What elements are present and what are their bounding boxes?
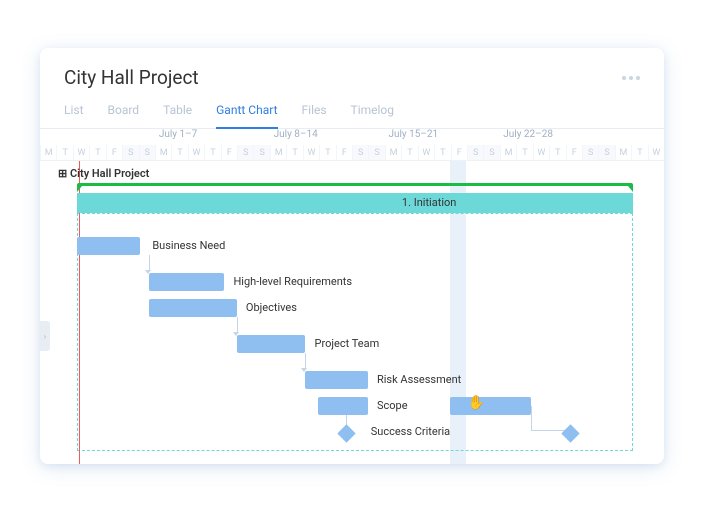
tab-timelog[interactable]: Timelog bbox=[351, 103, 394, 128]
day-header-row: MTWTFSSMTWTFSSMTWTFSSMTWTFSSMTWTFSSMTW bbox=[40, 145, 664, 161]
tab-table[interactable]: Table bbox=[163, 103, 192, 128]
day-header-cell: W bbox=[533, 145, 549, 160]
day-header-cell: S bbox=[368, 145, 384, 160]
day-header-cell: T bbox=[204, 145, 220, 160]
task-label: Risk Assessment bbox=[377, 373, 461, 386]
project-card: City Hall Project List Board Table Gantt… bbox=[40, 48, 664, 464]
card-header: City Hall Project bbox=[40, 48, 664, 95]
project-row-label[interactable]: City Hall Project bbox=[58, 167, 149, 180]
day-header-cell: T bbox=[434, 145, 450, 160]
week-label: July 15–21 bbox=[384, 129, 499, 145]
day-header-cell: W bbox=[188, 145, 204, 160]
view-tabs: List Board Table Gantt Chart Files Timel… bbox=[40, 95, 664, 129]
day-header-cell: S bbox=[139, 145, 155, 160]
gantt-timeline[interactable]: July 1–7 July 8–14 July 15–21 July 22–28… bbox=[40, 129, 664, 464]
day-header-cell: T bbox=[319, 145, 335, 160]
day-header-cell: M bbox=[40, 145, 56, 160]
day-header-cell: M bbox=[385, 145, 401, 160]
day-header-cell: T bbox=[401, 145, 417, 160]
chevron-right-icon: › bbox=[44, 332, 46, 341]
day-header-cell: T bbox=[171, 145, 187, 160]
task-bar-dragging[interactable] bbox=[450, 397, 531, 415]
expand-panel-handle[interactable]: › bbox=[40, 321, 50, 351]
day-header-cell: M bbox=[270, 145, 286, 160]
day-header-cell: F bbox=[566, 145, 582, 160]
task-bar-project-team[interactable] bbox=[237, 335, 306, 353]
task-label: Success Criteria bbox=[371, 425, 450, 438]
day-header-cell: M bbox=[155, 145, 171, 160]
page-title: City Hall Project bbox=[64, 66, 199, 89]
day-header-cell: W bbox=[303, 145, 319, 160]
project-summary-bar[interactable] bbox=[77, 183, 632, 189]
day-header-cell: M bbox=[615, 145, 631, 160]
tab-gantt-chart[interactable]: Gantt Chart bbox=[216, 103, 277, 129]
day-header-cell: F bbox=[221, 145, 237, 160]
day-header-cell: S bbox=[352, 145, 368, 160]
week-label: July 22–28 bbox=[499, 129, 614, 145]
day-header-cell: T bbox=[516, 145, 532, 160]
day-header-cell: F bbox=[336, 145, 352, 160]
day-header-cell: F bbox=[451, 145, 467, 160]
day-header-cell: W bbox=[73, 145, 89, 160]
task-bar-hl-req[interactable] bbox=[149, 273, 224, 291]
task-label: Business Need bbox=[152, 239, 225, 252]
day-header-cell: S bbox=[467, 145, 483, 160]
task-label: Project Team bbox=[315, 337, 380, 350]
tab-board[interactable]: Board bbox=[108, 103, 140, 128]
week-label: July 8–14 bbox=[270, 129, 385, 145]
task-bar-scope[interactable] bbox=[318, 397, 368, 415]
day-header-cell: T bbox=[56, 145, 72, 160]
more-menu-icon[interactable] bbox=[622, 76, 640, 80]
day-header-cell: T bbox=[286, 145, 302, 160]
task-label: Objectives bbox=[246, 301, 297, 314]
day-header-cell: S bbox=[122, 145, 138, 160]
day-header-cell: T bbox=[631, 145, 647, 160]
gantt-body: › City Hall Project 1. Initiation Busine… bbox=[40, 161, 664, 464]
day-header-cell: T bbox=[549, 145, 565, 160]
tab-list[interactable]: List bbox=[64, 103, 84, 128]
task-bar-risk[interactable] bbox=[305, 371, 367, 389]
week-label: July 1–7 bbox=[155, 129, 270, 145]
day-header-cell: S bbox=[483, 145, 499, 160]
task-bar-business-need[interactable] bbox=[77, 237, 139, 255]
day-header-cell: S bbox=[253, 145, 269, 160]
day-header-cell: F bbox=[106, 145, 122, 160]
week-header-row: July 1–7 July 8–14 July 15–21 July 22–28 bbox=[40, 129, 664, 145]
day-header-cell: S bbox=[237, 145, 253, 160]
day-header-cell: S bbox=[598, 145, 614, 160]
tab-files[interactable]: Files bbox=[302, 103, 327, 128]
phase-bar-initiation[interactable] bbox=[77, 193, 632, 213]
day-header-cell: S bbox=[582, 145, 598, 160]
task-label: Scope bbox=[377, 399, 408, 412]
phase-label: 1. Initiation bbox=[402, 196, 456, 209]
day-header-cell: T bbox=[89, 145, 105, 160]
day-header-cell: W bbox=[418, 145, 434, 160]
day-header-cell: M bbox=[500, 145, 516, 160]
day-header-cell: W bbox=[648, 145, 664, 160]
task-label: High-level Requirements bbox=[233, 275, 352, 288]
grab-cursor-icon: ✋ bbox=[467, 395, 484, 411]
task-bar-objectives[interactable] bbox=[149, 299, 236, 317]
